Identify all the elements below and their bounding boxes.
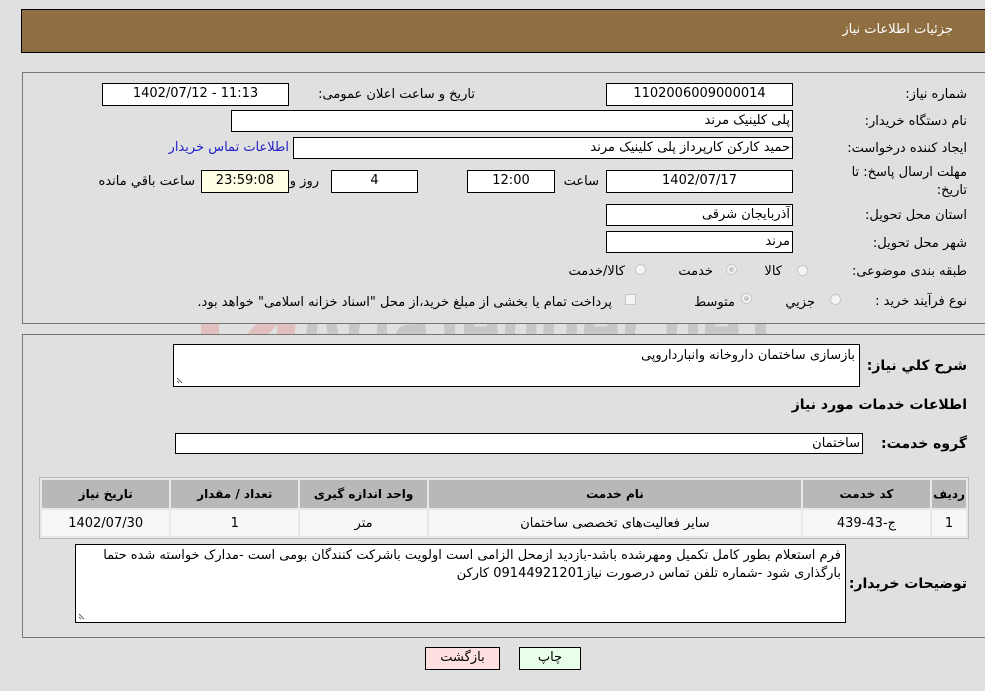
service-group-label: گروه خدمت: <box>881 436 967 452</box>
deadline-label-date: تاریخ: <box>936 183 967 198</box>
general-desc-textarea[interactable]: بازسازی ساختمان داروخانه وانبارداروپی <box>173 344 860 387</box>
need-number-label: شماره نیاز: <box>905 87 967 102</box>
col-need-date: تاریخ نیاز <box>42 480 170 508</box>
category-radio-service[interactable] <box>726 264 737 275</box>
creator-label: ایجاد کننده درخواست: <box>847 141 967 156</box>
category-radio-goods[interactable] <box>797 265 808 276</box>
page-title: جزئیات اطلاعات نیاز <box>842 22 953 37</box>
process-radio-medium[interactable] <box>741 293 752 304</box>
process-option-minor: جزيي <box>785 295 815 310</box>
col-unit: واحد اندازه گیری <box>300 480 427 508</box>
cell-unit: متر <box>300 510 427 536</box>
category-label: طبقه بندی موضوعی: <box>851 264 967 279</box>
deadline-time-field: 12:00 <box>467 170 555 193</box>
city-label: شهر محل تحویل: <box>872 236 967 251</box>
remaining-label: ساعت باقي مانده <box>98 174 195 189</box>
buyer-notes-textarea[interactable]: فرم استعلام بطور کامل تکمیل ومهرشده باشد… <box>75 544 846 623</box>
process-radio-minor[interactable] <box>830 294 841 305</box>
general-desc-text: بازسازی ساختمان داروخانه وانبارداروپی <box>640 348 855 363</box>
page-header: جزئیات اطلاعات نیاز <box>21 9 985 53</box>
buyer-notes-label: توضیحات خریدار: <box>848 576 967 592</box>
deadline-label: مهلت ارسال پاسخ: تا <box>851 165 967 180</box>
table-header-row: ردیف کد خدمت نام خدمت واحد اندازه گیری ت… <box>42 480 966 508</box>
cell-need-date: 1402/07/30 <box>42 510 170 536</box>
category-radio-goods-service[interactable] <box>635 264 646 275</box>
countdown-field: 23:59:08 <box>201 170 289 193</box>
col-service-code: کد خدمت <box>802 480 931 508</box>
resize-grip-icon[interactable] <box>176 376 184 384</box>
cell-service-name: سایر فعالیت‌های تخصصی ساختمان <box>428 510 801 536</box>
buyer-contact-link[interactable]: اطلاعات تماس خریدار <box>169 140 289 155</box>
city-field: مرند <box>606 231 793 253</box>
services-heading: اطلاعات خدمات مورد نیاز <box>791 397 967 413</box>
province-field: آذربایجان شرقی <box>606 204 793 226</box>
treasury-note: پرداخت تمام یا بخشی از مبلغ خرید،از محل … <box>197 295 612 310</box>
service-group-field: ساختمان <box>175 433 863 454</box>
resize-grip-icon[interactable] <box>78 612 86 620</box>
category-option-goods-service: کالا/خدمت <box>568 264 625 279</box>
print-button[interactable]: چاپ <box>519 647 581 670</box>
deadline-time-label: ساعت <box>563 174 599 189</box>
buyer-notes-text: فرم استعلام بطور کامل تکمیل ومهرشده باشد… <box>103 548 841 581</box>
back-button[interactable]: بازگشت <box>425 647 500 670</box>
buyer-org-label: نام دستگاه خریدار: <box>864 114 967 129</box>
cell-quantity: 1 <box>171 510 299 536</box>
buyer-org-field: پلی کلینیک مرند <box>231 110 793 132</box>
category-option-service: خدمت <box>678 264 713 279</box>
announce-label: تاریخ و ساعت اعلان عمومی: <box>318 87 475 102</box>
creator-field: حمید کارکن کارپرداز پلی کلینیک مرند <box>293 137 793 159</box>
category-option-goods: کالا <box>764 264 782 279</box>
announce-date-field: 1402/07/12 - 11:13 <box>102 83 289 106</box>
col-row-number: ردیف <box>932 480 966 508</box>
treasury-checkbox[interactable] <box>625 294 636 305</box>
need-number-field: 1102006009000014 <box>606 83 793 106</box>
services-table: ردیف کد خدمت نام خدمت واحد اندازه گیری ت… <box>39 477 969 539</box>
days-label: روز و <box>289 174 319 189</box>
cell-row-number: 1 <box>932 510 966 536</box>
process-label: نوع فرآیند خرید : <box>875 294 967 309</box>
deadline-date-field: 1402/07/17 <box>606 170 793 193</box>
col-service-name: نام خدمت <box>428 480 801 508</box>
col-quantity: تعداد / مقدار <box>171 480 299 508</box>
table-row: 1 ج-43-439 سایر فعالیت‌های تخصصی ساختمان… <box>42 510 966 536</box>
days-remaining-field: 4 <box>331 170 418 193</box>
cell-service-code: ج-43-439 <box>802 510 931 536</box>
province-label: استان محل تحویل: <box>865 208 967 223</box>
general-desc-label: شرح کلي نیاز: <box>866 358 967 374</box>
process-option-medium: متوسط <box>694 295 735 310</box>
